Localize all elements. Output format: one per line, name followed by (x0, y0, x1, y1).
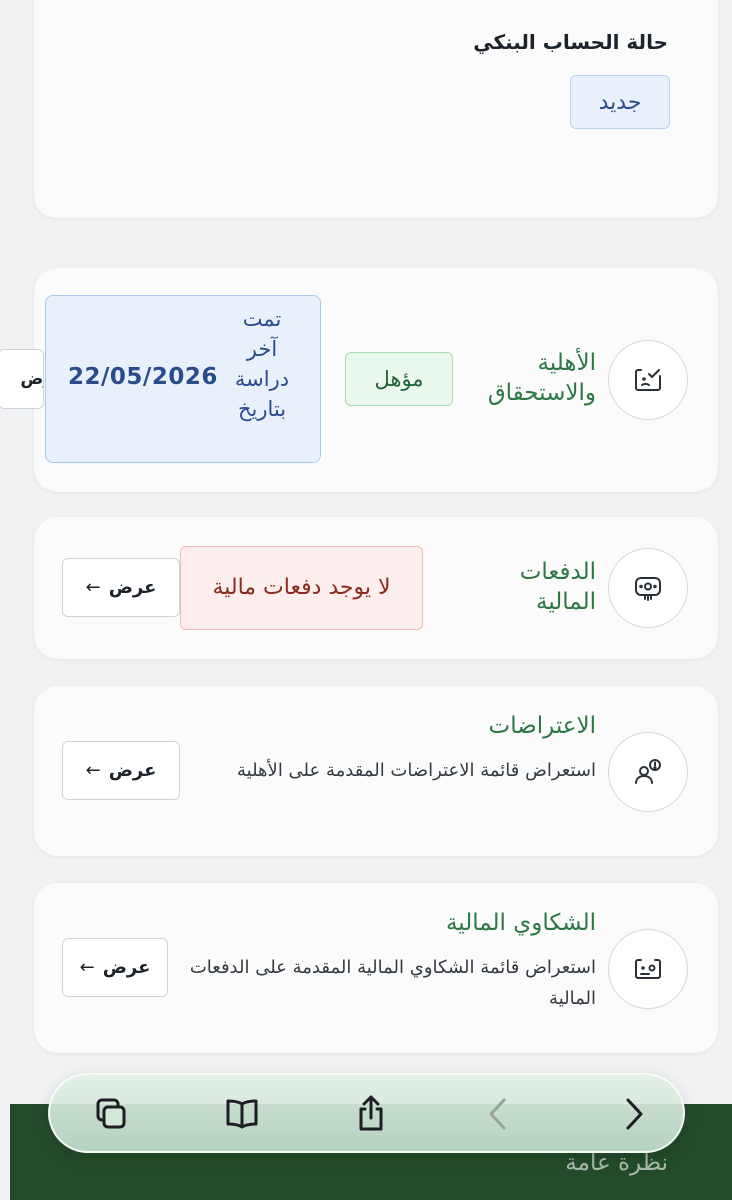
eligibility-title: الأهلية والاستحقاق (488, 348, 596, 408)
eligibility-card: الأهلية والاستحقاق مؤهل تمت آخر دراسة بت… (34, 268, 718, 492)
payments-title: الدفعات المالية (520, 557, 596, 617)
arrow-left-icon: ← (85, 577, 101, 598)
arrow-left-icon: ← (79, 957, 95, 978)
payments-title-line2: المالية (536, 589, 596, 615)
payments-view-label: عرض (108, 577, 157, 598)
objections-description: استعراض قائمة الاعتراضات المقدمة على الأ… (237, 760, 596, 781)
objections-view-label: عرض (108, 760, 157, 781)
payments-status-badge: لا يوجد دفعات مالية (180, 546, 423, 630)
complaints-title: الشكاوي المالية (445, 910, 596, 936)
eligibility-icon (608, 340, 688, 420)
complaints-view-button[interactable]: عرض ← (62, 938, 168, 997)
complaints-icon (608, 929, 688, 1009)
bank-status-badge: جديد (570, 75, 670, 129)
objections-icon (608, 732, 688, 812)
last-study-date: 22/05/2026 (68, 364, 218, 390)
eligibility-view-label: رض (20, 369, 44, 389)
objections-view-button[interactable]: عرض ← (62, 741, 180, 800)
financial-complaints-card: الشكاوي المالية استعراض قائمة الشكاوي ال… (34, 883, 718, 1053)
arrow-left-icon: ← (85, 760, 101, 781)
browser-toolbar (48, 1073, 685, 1153)
bookmarks-icon[interactable] (217, 1089, 267, 1139)
forward-icon[interactable] (608, 1089, 658, 1139)
payments-icon (608, 548, 688, 628)
bank-account-status-card: حالة الحساب البنكي جديد (34, 0, 718, 218)
objections-title: الاعتراضات (488, 713, 596, 739)
complaints-description: استعراض قائمة الشكاوي المالية المقدمة عل… (189, 957, 596, 1009)
payments-card: الدفعات المالية لا يوجد دفعات مالية عرض … (34, 517, 718, 659)
complaints-view-label: عرض (102, 957, 151, 978)
eligibility-status-badge: مؤهل (345, 352, 453, 406)
bottom-nav-overview[interactable]: نظرة عامة (565, 1150, 668, 1176)
last-study-date-box: تمت آخر دراسة بتاريخ 22/05/2026 (45, 295, 321, 463)
back-icon[interactable] (474, 1089, 524, 1139)
eligibility-view-button[interactable]: رض (0, 349, 44, 409)
objections-card: الاعتراضات استعراض قائمة الاعتراضات المق… (34, 686, 718, 856)
payments-title-line1: الدفعات (519, 559, 596, 585)
payments-view-button[interactable]: عرض ← (62, 558, 180, 617)
last-study-label: تمت آخر دراسة بتاريخ (234, 307, 290, 421)
tabs-icon[interactable] (86, 1089, 136, 1139)
bank-status-title: حالة الحساب البنكي (473, 30, 668, 54)
eligibility-title-line1: الأهلية (537, 350, 596, 376)
eligibility-title-line2: والاستحقاق (487, 380, 596, 406)
share-icon[interactable] (346, 1089, 396, 1139)
